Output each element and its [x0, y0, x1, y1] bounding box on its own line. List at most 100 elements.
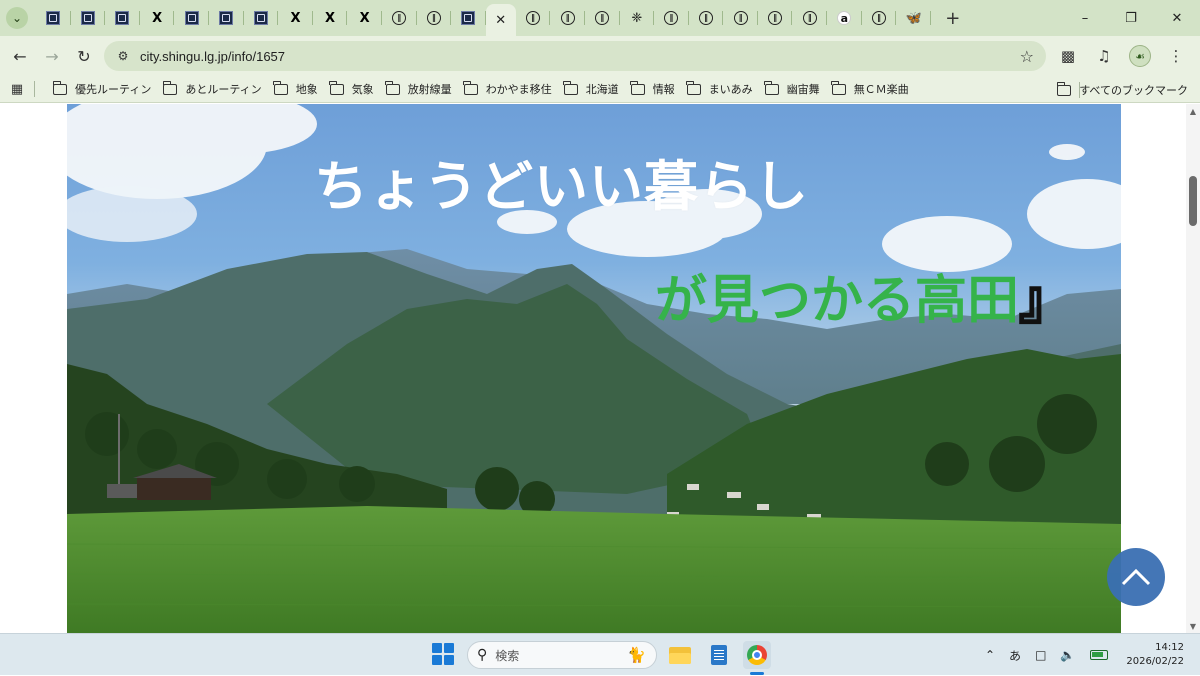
bookmark-folder[interactable]: 優先ルーティン: [52, 77, 151, 101]
battery-icon[interactable]: [1090, 650, 1109, 660]
bookmark-folder[interactable]: まいあみ: [686, 77, 753, 101]
bookmark-label: 放射線量: [407, 83, 452, 96]
bookmark-folder[interactable]: 放射線量: [385, 77, 452, 101]
tab-active[interactable]: ✕: [485, 4, 516, 36]
ime-indicator[interactable]: あ: [1009, 647, 1021, 664]
bookmark-folder[interactable]: わかやま移住: [463, 77, 552, 101]
tab[interactable]: [209, 0, 244, 36]
tray-overflow-chevron-icon[interactable]: ⌃: [985, 648, 995, 662]
clock-time: 14:12: [1155, 642, 1184, 653]
tab[interactable]: ‖: [417, 0, 452, 36]
circle-logo-icon: ‖: [560, 11, 575, 25]
tab[interactable]: ‖: [654, 0, 689, 36]
tab-search-chevron-icon[interactable]: ⌄: [6, 7, 28, 29]
tab[interactable]: X: [313, 0, 348, 36]
media-controls-icon[interactable]: ♫: [1086, 40, 1122, 72]
profile-avatar[interactable]: ☙: [1122, 40, 1158, 72]
tab[interactable]: [174, 0, 209, 36]
clock[interactable]: 14:12 2026/02/22: [1126, 641, 1184, 669]
close-icon[interactable]: ✕: [494, 13, 508, 27]
site-settings-icon[interactable]: ⚙: [112, 49, 134, 63]
tab[interactable]: X: [140, 0, 175, 36]
bookmark-label: あとルーティン: [185, 83, 262, 96]
tab[interactable]: [244, 0, 279, 36]
tab[interactable]: X: [347, 0, 382, 36]
close-window-button[interactable]: ✕: [1154, 0, 1200, 36]
forward-button[interactable]: →: [36, 40, 68, 72]
circle-logo-icon: ‖: [698, 11, 713, 25]
scroll-to-top-button[interactable]: [1107, 548, 1165, 606]
extensions-icon[interactable]: ▩: [1050, 40, 1086, 72]
start-button[interactable]: [432, 643, 454, 665]
tab[interactable]: [36, 0, 71, 36]
tab[interactable]: ‖: [862, 0, 897, 36]
bookmarks-bar: ▦ 優先ルーティン あとルーティン 地象 気象 放射線量 わかやま移住 北海道 情報 まいあみ 幽…: [0, 76, 1200, 103]
tab[interactable]: X: [278, 0, 313, 36]
back-button[interactable]: ←: [4, 40, 36, 72]
restore-button[interactable]: ❐: [1108, 0, 1154, 36]
circle-logo-icon: ‖: [426, 11, 441, 25]
windows-logo-icon: [444, 655, 454, 665]
bookmark-folder[interactable]: 情報: [630, 77, 675, 101]
tab[interactable]: ‖: [382, 0, 417, 36]
address-bar[interactable]: ⚙ city.shingu.lg.jp/info/1657 ☆: [104, 41, 1046, 71]
volume-icon[interactable]: 🔈: [1060, 648, 1075, 662]
folder-icon: [273, 80, 288, 95]
chrome-button[interactable]: [743, 641, 771, 669]
bookmark-folder[interactable]: 幽宙舞: [764, 77, 820, 101]
circle-logo-icon: ‖: [802, 11, 817, 25]
folder-icon: [1056, 81, 1072, 96]
bookmark-folder[interactable]: あとルーティン: [162, 77, 262, 101]
circle-logo-icon: ‖: [595, 11, 610, 25]
tab[interactable]: ‖: [689, 0, 724, 36]
tab[interactable]: ‖: [516, 0, 551, 36]
tab[interactable]: ‖: [585, 0, 620, 36]
bookmark-label: わかやま移住: [485, 83, 552, 96]
folder-icon: [329, 80, 344, 95]
tab[interactable]: ‖: [758, 0, 793, 36]
hero-image: ちょうどいい暮らし が見つかる高田』: [67, 104, 1121, 633]
folder-icon: [686, 80, 701, 95]
tab[interactable]: 🦋: [896, 0, 931, 36]
new-tab-button[interactable]: +: [939, 4, 967, 32]
folder-icon: [563, 80, 578, 95]
network-icon[interactable]: □: [1035, 648, 1046, 662]
tab[interactable]: ‖: [792, 0, 827, 36]
apps-grid-icon[interactable]: ▦: [0, 82, 34, 97]
headline-line-1: ちょうどいい暮らし: [314, 155, 809, 218]
bookmark-folder[interactable]: 気象: [329, 77, 374, 101]
tab[interactable]: ‖: [550, 0, 585, 36]
tab[interactable]: [71, 0, 106, 36]
menu-kebab-icon[interactable]: ⋮: [1158, 40, 1194, 72]
circle-logo-icon: ‖: [768, 11, 783, 25]
tab[interactable]: ‖: [723, 0, 758, 36]
all-bookmarks-folder[interactable]: すべてのブックマーク: [1056, 78, 1188, 102]
scroll-down-arrow-icon[interactable]: ▼: [1186, 619, 1200, 633]
notepad-icon: [711, 645, 727, 665]
tab[interactable]: [105, 0, 140, 36]
scrollbar-thumb[interactable]: [1189, 176, 1197, 226]
circle-logo-icon: ‖: [733, 11, 748, 25]
notepad-button[interactable]: [705, 641, 733, 669]
taskbar-search-input[interactable]: ⚲ 検索 🐈: [467, 641, 657, 669]
page-scrollbar[interactable]: ▲ ▼: [1186, 104, 1200, 633]
reload-button[interactable]: ↻: [68, 40, 100, 72]
file-explorer-button[interactable]: [666, 641, 694, 669]
x-logo-icon: X: [290, 10, 301, 26]
tab[interactable]: ❈: [620, 0, 655, 36]
bookmark-label: まいあみ: [708, 83, 753, 96]
scroll-up-arrow-icon[interactable]: ▲: [1186, 104, 1200, 118]
tab[interactable]: a: [827, 0, 862, 36]
bookmark-folder[interactable]: 地象: [273, 77, 318, 101]
bookmark-folder[interactable]: 北海道: [563, 77, 619, 101]
pinwheel-icon: ❈: [631, 10, 643, 26]
minimize-button[interactable]: –: [1062, 0, 1108, 36]
bookmark-label: 幽宙舞: [786, 83, 820, 96]
bookmark-list: 優先ルーティン あとルーティン 地象 気象 放射線量 わかやま移住 北海道 情報 まいあみ 幽宙舞…: [41, 77, 909, 101]
bookmark-folder[interactable]: 無ＣＭ楽曲: [831, 77, 909, 101]
url-text[interactable]: city.shingu.lg.jp/info/1657: [140, 49, 285, 64]
tab[interactable]: [451, 0, 486, 36]
browser-toolbar: ← → ↻ ⚙ city.shingu.lg.jp/info/1657 ☆ ▩ …: [0, 36, 1200, 76]
bookmark-star-icon[interactable]: ☆: [1020, 47, 1034, 66]
x-logo-icon: X: [325, 10, 336, 26]
